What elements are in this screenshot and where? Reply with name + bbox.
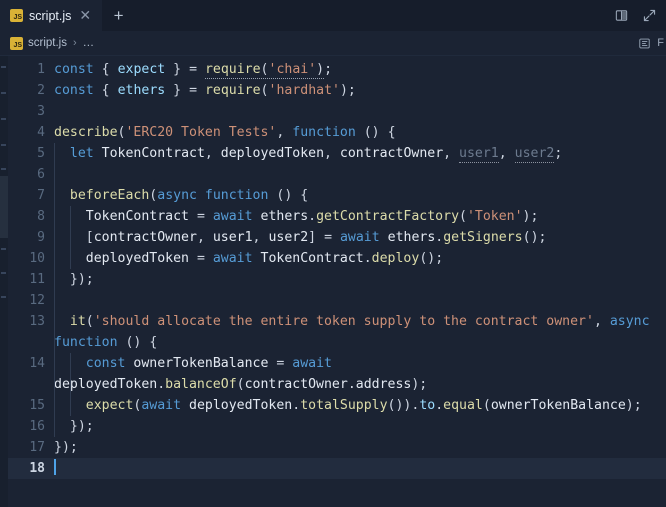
line-content[interactable]: TokenContract = await ethers.getContract… bbox=[54, 206, 666, 227]
line-number: 8 bbox=[37, 209, 45, 224]
vscode-editor-window: JS script.js ✕ + JS script.js › … F 1 co… bbox=[0, 0, 666, 507]
breadcrumb-actions: F bbox=[635, 34, 666, 52]
breadcrumb-js-file-icon-text: JS bbox=[13, 41, 22, 49]
line-number: 16 bbox=[29, 419, 45, 434]
code-editor[interactable]: 1 const { expect } = require('chai'); 2 … bbox=[0, 56, 666, 507]
line-content[interactable]: it('should allocate the entire token sup… bbox=[54, 311, 666, 353]
line-number: 5 bbox=[37, 146, 45, 161]
code-line[interactable]: 15 expect(await deployedToken.totalSuppl… bbox=[0, 395, 666, 416]
outline-icon[interactable] bbox=[635, 34, 653, 52]
code-line[interactable]: 16 }); bbox=[0, 416, 666, 437]
breadcrumb-item-file[interactable]: script.js bbox=[28, 37, 67, 49]
line-content-active[interactable] bbox=[54, 458, 666, 479]
line-number: 13 bbox=[29, 314, 45, 329]
tab-bar-spacer bbox=[135, 0, 612, 31]
js-file-icon: JS bbox=[10, 9, 23, 22]
code-line[interactable]: 6 bbox=[0, 164, 666, 185]
line-content[interactable]: let TokenContract, deployedToken, contra… bbox=[54, 143, 666, 164]
code-lines[interactable]: 1 const { expect } = require('chai'); 2 … bbox=[0, 56, 666, 507]
line-content[interactable]: }); bbox=[54, 269, 666, 290]
code-line[interactable]: 17 }); bbox=[0, 437, 666, 458]
code-line[interactable]: 4 describe('ERC20 Token Tests', function… bbox=[0, 122, 666, 143]
line-content[interactable]: }); bbox=[54, 437, 666, 458]
text-cursor bbox=[54, 459, 56, 475]
code-line[interactable]: 5 let TokenContract, deployedToken, cont… bbox=[0, 143, 666, 164]
code-line[interactable]: 7 beforeEach(async function () { bbox=[0, 185, 666, 206]
split-editor-right-icon[interactable] bbox=[612, 7, 630, 25]
code-line[interactable]: 3 bbox=[0, 101, 666, 122]
close-icon[interactable]: ✕ bbox=[77, 8, 93, 24]
code-line[interactable]: 13 it('should allocate the entire token … bbox=[0, 311, 666, 353]
line-number-active: 18 bbox=[29, 461, 45, 476]
editor-actions bbox=[612, 0, 666, 31]
maximize-editor-icon[interactable] bbox=[640, 7, 658, 25]
code-line[interactable]: 2 const { ethers } = require('hardhat'); bbox=[0, 80, 666, 101]
line-number: 2 bbox=[37, 83, 45, 98]
line-content[interactable]: const ownerTokenBalance = await deployed… bbox=[54, 353, 666, 395]
breadcrumb-separator-icon: › bbox=[72, 37, 77, 49]
outline-label: F bbox=[657, 37, 664, 49]
line-number: 10 bbox=[29, 251, 45, 266]
line-number: 11 bbox=[29, 272, 45, 287]
line-content[interactable] bbox=[54, 290, 666, 311]
line-number: 15 bbox=[29, 398, 45, 413]
code-line[interactable]: 9 [contractOwner, user1, user2] = await … bbox=[0, 227, 666, 248]
line-number: 4 bbox=[37, 125, 45, 140]
line-number: 1 bbox=[37, 62, 45, 77]
editor-tab-bar: JS script.js ✕ + bbox=[0, 0, 666, 31]
line-content[interactable]: const { ethers } = require('hardhat'); bbox=[54, 80, 666, 101]
line-content[interactable]: const { expect } = require('chai'); bbox=[54, 59, 666, 80]
line-content[interactable]: expect(await deployedToken.totalSupply()… bbox=[54, 395, 666, 416]
line-number: 7 bbox=[37, 188, 45, 203]
editor-tab-label: script.js bbox=[29, 8, 72, 23]
overview-ruler-scrollbar[interactable] bbox=[0, 56, 8, 507]
line-content[interactable]: describe('ERC20 Token Tests', function (… bbox=[54, 122, 666, 143]
line-number: 3 bbox=[37, 104, 45, 119]
line-content[interactable] bbox=[54, 101, 666, 122]
line-number: 9 bbox=[37, 230, 45, 245]
code-line[interactable]: 10 deployedToken = await TokenContract.d… bbox=[0, 248, 666, 269]
line-content[interactable]: [contractOwner, user1, user2] = await et… bbox=[54, 227, 666, 248]
editor-tab-script-js[interactable]: JS script.js ✕ bbox=[0, 0, 103, 31]
code-line[interactable]: 14 const ownerTokenBalance = await deplo… bbox=[0, 353, 666, 395]
code-line[interactable]: 1 const { expect } = require('chai'); bbox=[0, 59, 666, 80]
code-line[interactable]: 11 }); bbox=[0, 269, 666, 290]
line-content[interactable]: }); bbox=[54, 416, 666, 437]
js-file-icon-text: JS bbox=[13, 14, 22, 21]
line-content[interactable]: beforeEach(async function () { bbox=[54, 185, 666, 206]
line-number: 12 bbox=[29, 293, 45, 308]
line-content[interactable] bbox=[54, 164, 666, 185]
code-line-active[interactable]: 18 bbox=[0, 458, 666, 479]
line-number: 6 bbox=[37, 167, 45, 182]
breadcrumb-js-file-icon: JS bbox=[10, 36, 23, 50]
breadcrumb: JS script.js › … F bbox=[0, 31, 666, 56]
code-line[interactable]: 12 bbox=[0, 290, 666, 311]
code-line[interactable]: 8 TokenContract = await ethers.getContra… bbox=[0, 206, 666, 227]
new-tab-button[interactable]: + bbox=[102, 0, 135, 31]
line-content[interactable]: deployedToken = await TokenContract.depl… bbox=[54, 248, 666, 269]
line-number: 17 bbox=[29, 440, 45, 455]
line-number: 14 bbox=[29, 356, 45, 371]
breadcrumb-item-more[interactable]: … bbox=[83, 37, 95, 49]
